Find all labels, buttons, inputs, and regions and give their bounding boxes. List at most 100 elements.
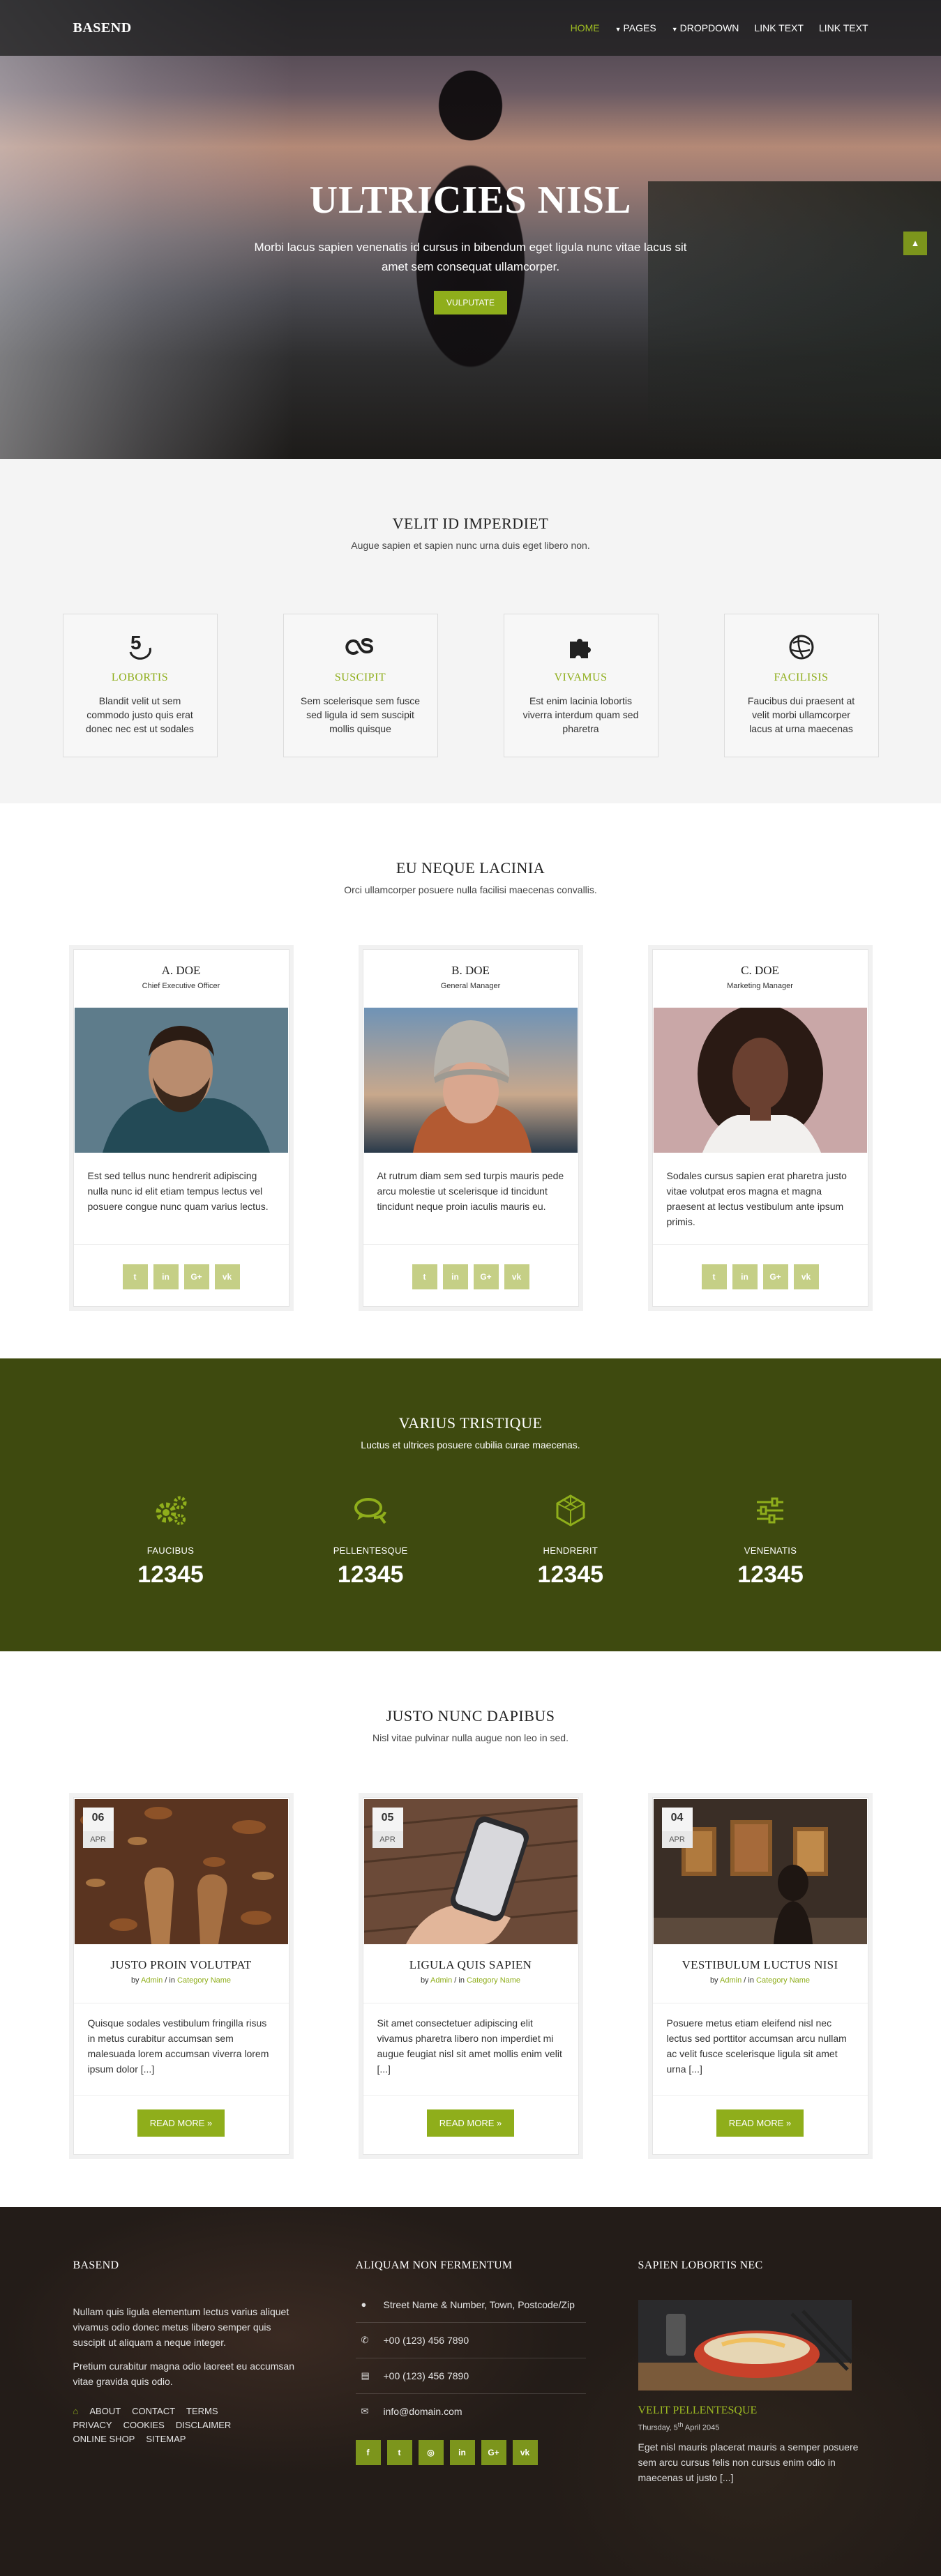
menu-item-link-2[interactable]: LINK TEXT — [819, 22, 868, 33]
footer-link[interactable]: SITEMAP — [146, 2434, 186, 2444]
post-excerpt: Quisque sodales vestibulum fringilla ris… — [73, 2003, 289, 2096]
post-author-link[interactable]: Admin — [141, 1976, 163, 1985]
contact-address: ● Street Name & Number, Town, Postcode/Zi… — [355, 2287, 586, 2323]
vk-icon[interactable]: vk — [214, 1264, 240, 1289]
menu-item-pages[interactable]: ▼ PAGES — [615, 22, 656, 33]
caret-down-icon: ▼ — [671, 26, 678, 33]
post-title[interactable]: JUSTO PROIN VOLUTPAT — [74, 1958, 289, 1972]
post-date-badge: 04 APR — [661, 1808, 693, 1848]
brand-logo[interactable]: BASEND — [73, 20, 132, 36]
footer-contact: ALIQUAM NON FERMENTUM ● Street Name & Num… — [355, 2259, 586, 2485]
twitter-icon[interactable]: t — [701, 1264, 727, 1289]
team-card: B. DOE General Manager At rutrum diam se… — [362, 949, 579, 1307]
footer-link[interactable]: ONLINE SHOP — [73, 2434, 135, 2444]
feature-box: 5 LOBORTIS Blandit velit ut sem commodo … — [62, 614, 218, 757]
footer-link[interactable]: CONTACT — [132, 2406, 175, 2416]
read-more-button[interactable]: READ MORE » — [426, 2109, 515, 2137]
footer-link[interactable]: PRIVACY — [73, 2420, 112, 2430]
member-socials: t in G+ vk — [363, 1245, 578, 1289]
footer-post-title[interactable]: VELIT PELLENTESQUE — [638, 2404, 868, 2417]
footer-title: ALIQUAM NON FERMENTUM — [355, 2259, 513, 2271]
vk-icon[interactable]: vk — [504, 1264, 529, 1289]
post-author-link[interactable]: Admin — [430, 1976, 452, 1985]
feature-text: Blandit velit ut sem commodo justo quis … — [86, 695, 194, 734]
section-subtitle: Augue sapien et sapien nunc urna duis eg… — [351, 540, 590, 551]
post-day: 06 — [91, 1812, 105, 1824]
stat-counter: VENENATIS 12345 — [700, 1492, 840, 1589]
blog-card: 06 APR JUSTO PROIN VOLUTPAT by Admin / i… — [73, 1797, 289, 2155]
google-plus-icon[interactable]: G+ — [481, 2440, 506, 2465]
google-plus-icon[interactable]: G+ — [762, 1264, 788, 1289]
blog-card: 04 APR VESTIBULUM LUCTUS NISI by Admin /… — [652, 1797, 868, 2155]
sliders-icon — [700, 1492, 840, 1529]
menu-item-dropdown[interactable]: ▼ DROPDOWN — [672, 22, 739, 33]
footer-title: SAPIEN LOBORTIS NEC — [638, 2259, 763, 2271]
post-meta-sep: / in — [165, 1976, 175, 1985]
stat-label: PELLENTESQUE — [333, 1545, 408, 1556]
chevron-up-icon[interactable]: ▲ — [903, 232, 927, 255]
section-title: JUSTO NUNC DAPIBUS — [386, 1707, 555, 1725]
post-category-link[interactable]: Category Name — [467, 1976, 520, 1985]
linkedin-icon[interactable]: in — [732, 1264, 758, 1289]
dribbble-icon[interactable]: ◎ — [418, 2440, 444, 2465]
read-more-button[interactable]: READ MORE » — [716, 2109, 804, 2137]
member-name: A. DOE — [161, 964, 201, 977]
footer-latest-post: SAPIEN LOBORTIS NEC VELIT PELLENTESQUE T… — [638, 2259, 868, 2485]
twitter-icon[interactable]: t — [412, 1264, 437, 1289]
linkedin-icon[interactable]: in — [442, 1264, 468, 1289]
feature-title: FACILISIS — [774, 672, 829, 683]
footer-post-date: Thursday, 5th April 2045 — [638, 2421, 868, 2432]
post-image[interactable]: 04 APR — [653, 1799, 867, 1944]
footer-link[interactable]: COOKIES — [123, 2420, 165, 2430]
feature-title: LOBORTIS — [111, 672, 169, 683]
post-title[interactable]: LIGULA QUIS SAPIEN — [363, 1958, 578, 1972]
post-day: 04 — [670, 1812, 684, 1824]
feature-box: FACILISIS Faucibus dui praesent at velit… — [723, 614, 879, 757]
post-month: APR — [372, 1831, 403, 1848]
post-date-badge: 06 APR — [82, 1808, 114, 1848]
google-plus-icon[interactable]: G+ — [183, 1264, 209, 1289]
vk-icon[interactable]: vk — [793, 1264, 819, 1289]
facebook-icon[interactable]: f — [355, 2440, 381, 2465]
post-meta-sep: / in — [454, 1976, 465, 1985]
read-more-button[interactable]: READ MORE » — [137, 2109, 225, 2137]
vk-icon[interactable]: vk — [512, 2440, 538, 2465]
contact-email: ✉ info@domain.com — [356, 2394, 586, 2429]
menu-item-link-1[interactable]: LINK TEXT — [754, 22, 804, 33]
puzzle-icon — [504, 630, 658, 665]
footer-about-text: Nullam quis ligula elementum lectus vari… — [73, 2306, 289, 2348]
google-plus-icon[interactable]: G+ — [473, 1264, 499, 1289]
fax-icon: ▤ — [361, 2370, 370, 2381]
post-author-link[interactable]: Admin — [720, 1976, 741, 1985]
hero-cta-button[interactable]: VULPUTATE — [434, 291, 507, 315]
linkedin-icon[interactable]: in — [449, 2440, 475, 2465]
section-subtitle: Luctus et ultrices posuere cubilia curae… — [361, 1439, 580, 1450]
stats-section: VARIUS TRISTIQUE Luctus et ultrices posu… — [0, 1358, 941, 1651]
member-bio: Est sed tellus nunc hendrerit adipiscing… — [73, 1153, 289, 1245]
twitter-icon[interactable]: t — [122, 1264, 148, 1289]
stat-value: 12345 — [137, 1561, 204, 1588]
section-title: VELIT ID IMPERDIET — [392, 515, 549, 532]
contact-phone-text[interactable]: +00 (123) 456 7890 — [384, 2333, 469, 2348]
menu-item-home[interactable]: HOME — [571, 22, 600, 33]
home-icon[interactable]: ⌂ — [73, 2406, 79, 2416]
feature-text: Est enim lacinia lobortis viverra interd… — [522, 695, 639, 734]
post-category-link[interactable]: Category Name — [177, 1976, 231, 1985]
svg-text:5: 5 — [130, 632, 142, 653]
post-category-link[interactable]: Category Name — [756, 1976, 810, 1985]
footer-link[interactable]: DISCLAIMER — [176, 2420, 231, 2430]
stat-counter: PELLENTESQUE 12345 — [301, 1492, 440, 1589]
footer-post-image[interactable] — [638, 2300, 852, 2391]
five-hundred-px-icon: 5 — [63, 630, 217, 665]
footer-link[interactable]: ABOUT — [89, 2406, 121, 2416]
post-date-badge: 05 APR — [372, 1808, 403, 1848]
hero-section: ULTRICIES NISL Morbi lacus sapien venena… — [0, 0, 941, 459]
post-title[interactable]: VESTIBULUM LUCTUS NISI — [653, 1958, 868, 1972]
footer-link[interactable]: TERMS — [186, 2406, 218, 2416]
section-subtitle: Orci ullamcorper posuere nulla facilisi … — [344, 884, 597, 895]
post-image[interactable]: 06 APR — [74, 1799, 288, 1944]
linkedin-icon[interactable]: in — [153, 1264, 179, 1289]
contact-email-text[interactable]: info@domain.com — [384, 2404, 462, 2419]
post-image[interactable]: 05 APR — [363, 1799, 578, 1944]
twitter-icon[interactable]: t — [386, 2440, 412, 2465]
